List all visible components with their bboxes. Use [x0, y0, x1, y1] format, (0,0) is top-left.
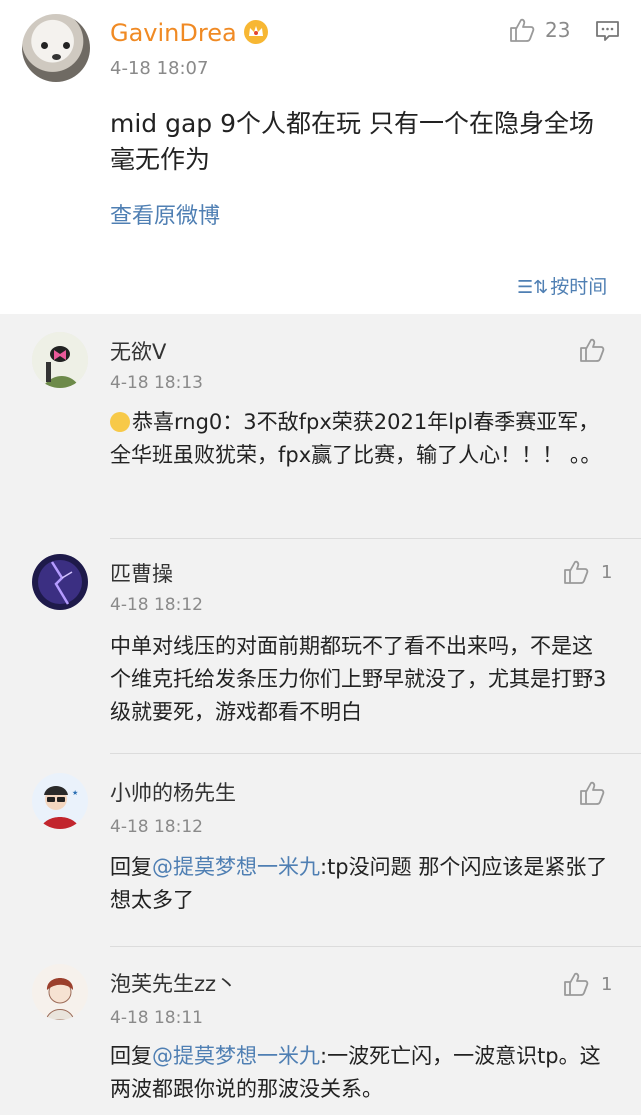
- thumbs-up-icon[interactable]: [578, 336, 606, 364]
- reply-avatar[interactable]: [32, 964, 88, 1020]
- reply-text: 恭喜rng0：3不敌fpx荣获2021年lpl春季赛亚军，全华班虽败犹荣，fpx…: [110, 410, 602, 467]
- reply-time: 4-18 18:11: [110, 1008, 203, 1028]
- sort-icon: ☰⇅: [517, 277, 549, 298]
- reply-username[interactable]: 泡芙先生zz丶: [110, 968, 237, 998]
- reply-avatar[interactable]: [32, 554, 88, 610]
- comment-icon[interactable]: [595, 19, 620, 43]
- reply-text: 中单对线压的对面前期都玩不了看不出来吗，不是这个维克托给发条压力你们上野早就没了…: [110, 634, 607, 724]
- thumbs-up-icon[interactable]: [562, 970, 590, 998]
- reply-username[interactable]: 无欲V: [110, 336, 166, 366]
- reply-time: 4-18 18:13: [110, 373, 203, 393]
- thumbs-up-icon[interactable]: [562, 558, 590, 586]
- post-like-count: 23: [545, 18, 571, 42]
- reply-username[interactable]: 小帅的杨先生: [110, 777, 236, 807]
- post-username[interactable]: GavinDrea: [110, 18, 237, 48]
- thumbs-up-icon[interactable]: [578, 779, 606, 807]
- reply-like-count: 1: [601, 562, 613, 583]
- reply-avatar[interactable]: ★: [32, 773, 88, 829]
- grin-emoji-icon: [110, 412, 130, 432]
- reply-time: 4-18 18:12: [110, 817, 203, 837]
- reply-like-count: 1: [601, 974, 613, 995]
- divider: [110, 538, 641, 539]
- vip-crown-icon: [244, 20, 268, 44]
- reply-time: 4-18 18:12: [110, 595, 203, 615]
- sort-label: 按时间: [550, 276, 608, 298]
- svg-text:★: ★: [72, 789, 78, 797]
- view-original-link[interactable]: 查看原微博: [110, 198, 220, 230]
- divider: [110, 946, 641, 947]
- reply-text: 回复@提莫梦想一米九:一波死亡闪，一波意识tp。这两波都跟你说的那波没关系。: [110, 1044, 601, 1101]
- sort-by-time-button[interactable]: ☰⇅ 按时间: [517, 272, 607, 299]
- reply-text: 回复@提莫梦想一米九:tp没问题 那个闪应该是紧张了想太多了: [110, 855, 608, 912]
- mention-link[interactable]: @提莫梦想一米九: [152, 855, 320, 879]
- thumbs-up-icon[interactable]: [508, 16, 536, 44]
- original-post: GavinDrea 4-18 18:07 23 mid gap 9个人都在玩 只…: [0, 0, 641, 314]
- mention-link[interactable]: @提莫梦想一米九: [152, 1044, 320, 1068]
- user-avatar[interactable]: [22, 14, 90, 82]
- post-time: 4-18 18:07: [110, 58, 209, 79]
- post-text: mid gap 9个人都在玩 只有一个在隐身全场毫无作为: [110, 109, 594, 174]
- divider: [110, 753, 641, 754]
- reply-avatar[interactable]: [32, 332, 88, 388]
- reply-username[interactable]: 匹曹操: [110, 558, 173, 588]
